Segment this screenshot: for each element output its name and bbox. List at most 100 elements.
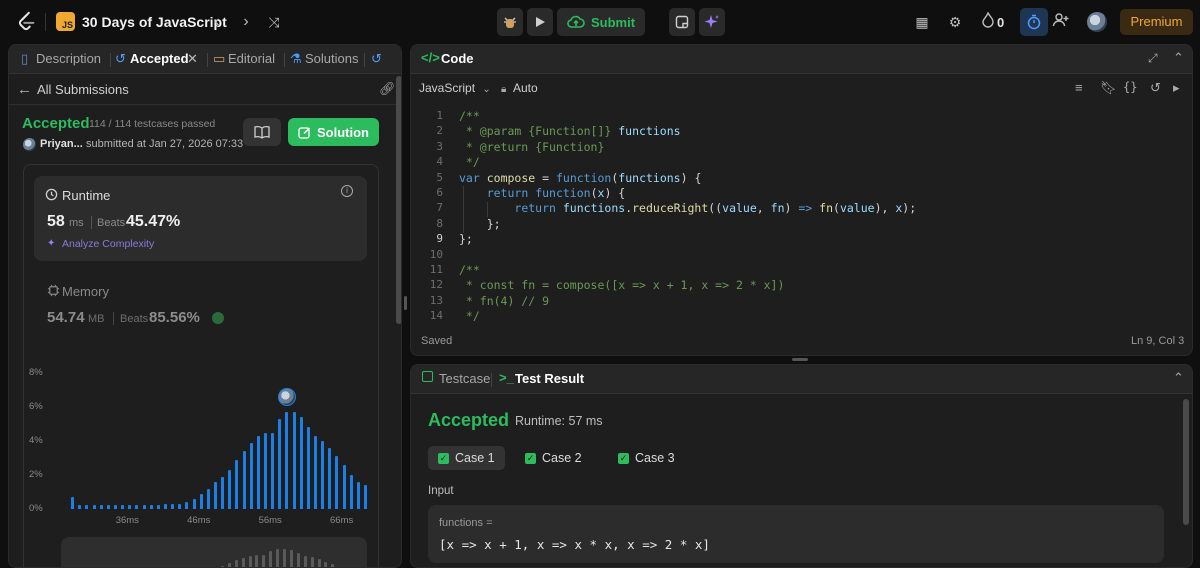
runtime-bar[interactable]	[121, 504, 125, 509]
runtime-bar[interactable]	[278, 418, 282, 509]
left-panel-scrollbar[interactable]	[396, 76, 401, 324]
close-tab-icon[interactable]: ✕	[187, 51, 198, 67]
runtime-bar[interactable]	[135, 504, 139, 509]
tab-description[interactable]: Description	[36, 51, 101, 66]
tab-accepted[interactable]: Accepted	[130, 51, 189, 66]
case-1-tab[interactable]: ✓ Case 1	[428, 446, 505, 470]
chevron-up-icon[interactable]: ⌃	[1173, 50, 1184, 66]
runtime-bar[interactable]	[221, 476, 225, 509]
chevron-right-icon[interactable]: ›	[236, 12, 256, 32]
runtime-bar[interactable]	[192, 498, 196, 509]
settings-gear-icon[interactable]: ⚙	[945, 12, 965, 32]
runtime-bar[interactable]	[349, 475, 353, 509]
chart-plot-area[interactable]	[69, 373, 369, 509]
runtime-bar[interactable]	[292, 412, 296, 509]
runtime-bar[interactable]	[106, 504, 110, 509]
submitter-name[interactable]: Priyan...	[40, 138, 83, 150]
analyze-complexity-link[interactable]: Analyze Complexity	[62, 238, 154, 250]
vertical-resize-handle[interactable]	[404, 296, 407, 310]
runtime-bar[interactable]	[299, 417, 303, 509]
premium-button[interactable]: Premium	[1120, 9, 1193, 35]
timer-button[interactable]	[1020, 8, 1048, 36]
input-box[interactable]: functions = [x => x + 1, x => x * x, x =…	[428, 505, 1164, 563]
submit-button[interactable]: Submit	[557, 8, 645, 36]
runtime-bar[interactable]	[228, 469, 232, 509]
info-icon[interactable]: i	[341, 185, 353, 197]
runtime-bar[interactable]	[199, 493, 203, 509]
runtime-bar[interactable]	[271, 432, 275, 509]
runtime-bar[interactable]	[306, 427, 310, 509]
more-icon[interactable]: ▸	[1173, 80, 1180, 96]
runtime-bar[interactable]	[156, 504, 160, 509]
all-submissions-link[interactable]: All Submissions	[37, 82, 129, 97]
runtime-bar[interactable]	[171, 503, 175, 509]
user-avatar[interactable]	[1087, 12, 1107, 32]
runtime-bar[interactable]	[99, 504, 103, 509]
runtime-bar[interactable]	[335, 456, 339, 509]
runtime-bar[interactable]	[185, 502, 189, 509]
your-runtime-marker[interactable]	[277, 388, 296, 407]
runtime-bar[interactable]	[128, 504, 132, 509]
runtime-bar[interactable]	[356, 481, 360, 509]
tab-editorial[interactable]: Editorial	[228, 51, 275, 66]
code-editor[interactable]: 1 2 3 4 5 6 7 8 9 10 11 12 13 14 /** * @param {Functi…	[411, 105, 1192, 321]
notes-button[interactable]	[669, 8, 695, 36]
result-panel-scrollbar[interactable]	[1183, 399, 1189, 525]
runtime-bar[interactable]	[342, 464, 346, 509]
case-2-tab[interactable]: ✓ Case 2	[515, 446, 592, 470]
debug-button[interactable]	[497, 8, 523, 36]
runtime-bar[interactable]	[178, 503, 182, 509]
add-friend-icon[interactable]	[1051, 12, 1071, 32]
study-plan-title[interactable]: 30 Days of JavaScript	[82, 14, 227, 30]
reset-icon[interactable]: ↺	[1150, 80, 1161, 96]
runtime-bar[interactable]	[206, 488, 210, 509]
runtime-bar[interactable]	[113, 504, 117, 509]
ai-assistant-button[interactable]	[699, 8, 725, 36]
runtime-bar[interactable]	[285, 412, 289, 509]
runtime-bar[interactable]	[85, 504, 89, 509]
horizontal-resize-handle[interactable]	[792, 358, 808, 361]
runtime-bar[interactable]	[142, 504, 146, 509]
maximize-icon[interactable]: ⤢	[1148, 51, 1158, 66]
runtime-card[interactable]: Runtime i 58 ms Beats 45.47% ✦ Analyze C…	[34, 176, 367, 261]
runtime-bar[interactable]	[263, 432, 267, 509]
tab-test-result[interactable]: Test Result	[515, 371, 584, 386]
runtime-bar[interactable]	[78, 504, 82, 509]
case-3-tab[interactable]: ✓ Case 3	[608, 446, 685, 470]
runtime-bar[interactable]	[71, 497, 75, 509]
runtime-bar[interactable]	[249, 442, 253, 509]
back-arrow-icon[interactable]: ←	[17, 81, 32, 98]
language-select[interactable]: JavaScript ⌄	[419, 81, 491, 95]
indent-guide	[463, 186, 464, 233]
chevron-up-icon[interactable]: ⌃	[1173, 370, 1184, 386]
shuffle-icon[interactable]: ⤨	[264, 12, 284, 32]
flame-streak-icon[interactable]	[978, 11, 998, 32]
description-tab-icon: ▯	[21, 51, 29, 66]
chevron-left-icon[interactable]: ‹	[207, 12, 227, 32]
runtime-bar[interactable]	[92, 504, 96, 509]
runtime-bar[interactable]	[313, 435, 317, 509]
leetcode-logo-icon[interactable]	[16, 11, 38, 33]
runtime-bar[interactable]	[363, 485, 367, 509]
format-lines-icon[interactable]: ≡	[1075, 80, 1083, 95]
runtime-bar[interactable]	[149, 504, 153, 509]
tab-solutions[interactable]: Solutions	[305, 51, 358, 66]
runtime-bar[interactable]	[213, 481, 217, 509]
runtime-bar[interactable]	[256, 435, 260, 509]
tab-testcase[interactable]: Testcase	[439, 371, 490, 386]
post-solution-button[interactable]: Solution	[288, 118, 379, 146]
run-button[interactable]	[527, 8, 553, 36]
layout-grid-icon[interactable]: ▦	[912, 12, 932, 32]
memory-card[interactable]: Memory 54.74 MB Beats 85.56%	[34, 275, 367, 335]
submissions-tab-icon[interactable]: ↺	[371, 51, 382, 67]
copy-link-icon[interactable]: 🔗︎	[379, 81, 396, 97]
runtime-bar[interactable]	[235, 459, 239, 509]
runtime-bar[interactable]	[242, 451, 246, 509]
autocomplete-toggle[interactable]: 🔒︎ Auto	[501, 81, 538, 95]
bookmark-icon[interactable]: 🔖︎	[1100, 80, 1117, 96]
runtime-bar[interactable]	[328, 447, 332, 509]
runtime-bar[interactable]	[321, 441, 325, 509]
braces-icon[interactable]: {}	[1123, 80, 1137, 94]
compare-button[interactable]	[243, 118, 281, 146]
runtime-bar[interactable]	[163, 503, 167, 509]
